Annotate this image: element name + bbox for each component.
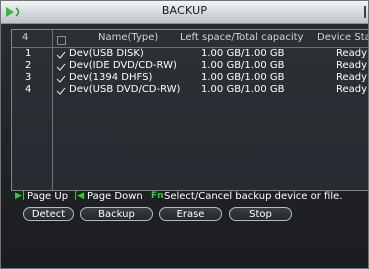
page-up-icon: ▶| — [15, 191, 26, 201]
device-status: Ready — [336, 72, 368, 83]
help-bar: ▶| Page Up |◀ Page Down Fn Select/Cancel… — [15, 191, 365, 205]
device-capacity: 1.00 GB/1.00 GB — [201, 84, 285, 95]
header-capacity: Left space/Total capacity — [180, 32, 304, 43]
device-status: Ready — [336, 60, 368, 71]
device-table: 4 Name(Type) Left space/Total capacity D… — [11, 29, 369, 191]
header-name: Name(Type) — [98, 32, 159, 43]
select-all-checkbox[interactable] — [57, 36, 66, 45]
erase-button[interactable]: Erase — [159, 207, 222, 221]
title-bar-edge — [364, 6, 366, 18]
stop-button[interactable]: Stop — [229, 207, 292, 221]
title-bar: BACKUP — [1, 1, 368, 24]
page-down-icon: |◀ — [74, 191, 85, 201]
device-status: Ready — [336, 48, 368, 59]
row-count: 4 — [22, 32, 29, 43]
row-index: 1 — [25, 48, 32, 59]
page-up-label: Page Up — [27, 191, 69, 202]
device-name: Dev(1394 DHFS) — [69, 72, 153, 83]
device-name: Dev(USB DISK) — [69, 48, 144, 59]
select-cancel-hint: Select/Cancel backup device or file. — [164, 191, 343, 202]
device-capacity: 1.00 GB/1.00 GB — [201, 72, 285, 83]
window-title: BACKUP — [161, 4, 208, 17]
checkmark-icon[interactable] — [56, 62, 66, 72]
row-index: 3 — [25, 72, 32, 83]
fn-key-icon: Fn — [151, 191, 164, 201]
checkmark-icon[interactable] — [56, 86, 66, 96]
device-capacity: 1.00 GB/1.00 GB — [201, 48, 285, 59]
table-row[interactable]: 3 Dev(1394 DHFS) 1.00 GB/1.00 GB Ready — [12, 72, 368, 84]
table-row[interactable]: 4 Dev(USB DVD/CD-RW) 1.00 GB/1.00 GB Rea… — [12, 84, 368, 96]
checkmark-icon[interactable] — [56, 74, 66, 84]
page-down-label: Page Down — [87, 191, 143, 202]
table-row[interactable]: 1 Dev(USB DISK) 1.00 GB/1.00 GB Ready — [12, 48, 368, 60]
device-name: Dev(USB DVD/CD-RW) — [69, 84, 181, 95]
backup-button[interactable]: Backup — [80, 207, 153, 221]
row-index: 2 — [25, 60, 32, 71]
detect-button[interactable]: Detect — [23, 207, 74, 221]
device-status: Ready — [336, 84, 368, 95]
row-index: 4 — [25, 84, 32, 95]
table-row[interactable]: 2 Dev(IDE DVD/CD-RW) 1.00 GB/1.00 GB Rea… — [12, 60, 368, 72]
device-capacity: 1.00 GB/1.00 GB — [201, 60, 285, 71]
header-status: Device Stat — [317, 32, 369, 43]
device-name: Dev(IDE DVD/CD-RW) — [69, 60, 177, 71]
checkmark-icon[interactable] — [56, 50, 66, 60]
table-header: 4 Name(Type) Left space/Total capacity D… — [12, 32, 369, 46]
backup-window: BACKUP 4 Name(Type) Left space/Total cap… — [0, 0, 369, 269]
